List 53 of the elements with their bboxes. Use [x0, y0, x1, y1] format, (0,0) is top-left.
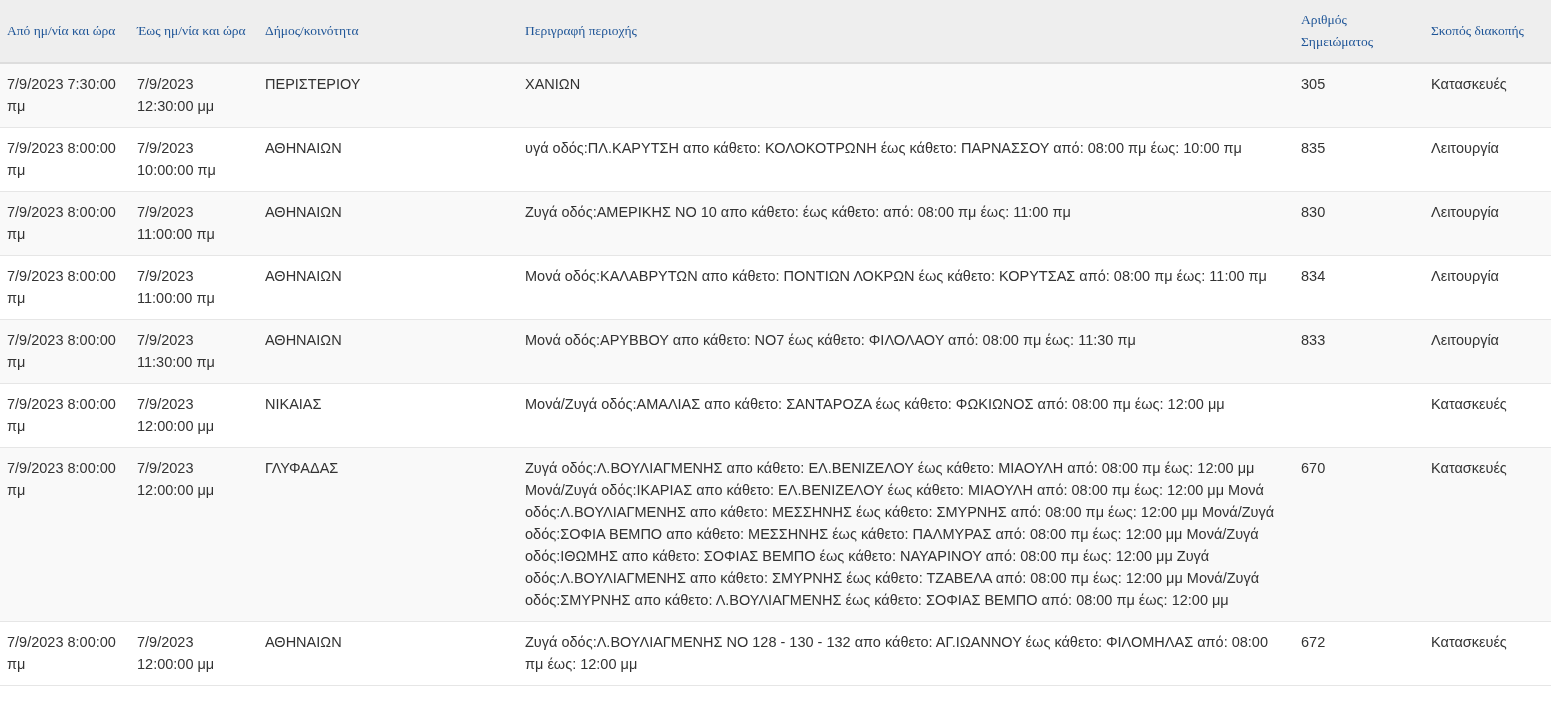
table-cell: Ζυγά οδός:Λ.ΒΟΥΛΙΑΓΜΕΝΗΣ απο κάθετο: ΕΛ.ΒΕΝΙΖΕΛΟΥ έως κάθετο: ΜΙΑΟΥΛΗ από: 08:00 πμ έως: 12:00 μμ Μονά/Ζυγά οδός:ΙΚΑΡΙΑΣ απο κάθετο: ΕΛ.ΒΕΝΙΖΕΛΟΥ έως κάθετο: ΜΙΑΟΥΛΗ από: 08:00 πμ έως: 12:00 μμ Μονά οδός:Λ.ΒΟΥΛΙΑΓΜΕΝΗΣ απο κάθετο: ΜΕΣΣΗΝΗΣ έως κάθετο: ΣΜΥΡΝΗΣ από: 08:00 πμ έως: 12:00 μμ Μονά/Ζυγά οδός:ΣΟΦΙΑ ΒΕΜΠΟ απο κάθετο: ΜΕΣΣΗΝΗΣ έως κάθετο: ΠΑΛΜΥΡΑΣ από: 08:00 πμ έως: 12:00 μμ Μονά/Ζυγά οδός:ΙΘΩΜΗΣ απο κάθετο: ΣΟΦΙΑΣ ΒΕΜΠΟ έως κάθετο: ΝΑΥΑΡΙΝΟΥ από: 08:00 πμ έως: 12:00 μμ Ζυγά οδός:Λ.ΒΟΥΛΙΑΓΜΕΝΗΣ απο κάθετο: ΣΜΥΡΝΗΣ έως κάθετο: ΤΖΑΒΕΛΑ από: 08:00 πμ έως: 12:00 μμ Μονά/Ζυγά οδός:ΣΜΥΡΝΗΣ απο κάθετο: Λ.ΒΟΥΛΙΑΓΜΕΝΗΣ έως κάθετο: ΣΟΦΙΑΣ ΒΕΜΠΟ από: 08:00 πμ έως: 12:00 μμ — [518, 447, 1294, 622]
table-cell: 7/9/2023 11:00:00 πμ — [130, 191, 258, 256]
table-cell: 7/9/2023 8:00:00 πμ — [0, 127, 130, 192]
table-cell: 305 — [1294, 63, 1424, 128]
table-cell: ΑΘΗΝΑΙΩΝ — [258, 191, 518, 256]
column-header: Αριθμός Σημειώματος — [1294, 0, 1424, 63]
table-cell: Ζυγά οδός:ΑΜΕΡΙΚΗΣ ΝΟ 10 απο κάθετο: έως κάθετο: από: 08:00 πμ έως: 11:00 πμ — [518, 191, 1294, 256]
column-header: Περιγραφή περιοχής — [518, 0, 1294, 63]
table-cell: Λειτουργία — [1424, 191, 1551, 256]
table-cell: 7/9/2023 12:30:00 μμ — [130, 63, 258, 128]
table-cell: 7/9/2023 8:00:00 πμ — [0, 383, 130, 448]
table-cell: 834 — [1294, 255, 1424, 320]
column-header: Δήμος/κοινότητα — [258, 0, 518, 63]
table-cell: 7/9/2023 8:00:00 πμ — [0, 255, 130, 320]
table-cell: ΓΛΥΦΑΔΑΣ — [258, 447, 518, 622]
table-cell: 7/9/2023 11:30:00 πμ — [130, 319, 258, 384]
table-cell: Μονά/Ζυγά οδός:ΑΜΑΛΙΑΣ απο κάθετο: ΣΑΝΤΑΡΟΖΑ έως κάθετο: ΦΩΚΙΩΝΟΣ από: 08:00 πμ έως: 12:00 μμ — [518, 383, 1294, 448]
table-cell: 830 — [1294, 191, 1424, 256]
table-cell: 7/9/2023 8:00:00 πμ — [0, 447, 130, 622]
table-cell: Ζυγά οδός:Λ.ΒΟΥΛΙΑΓΜΕΝΗΣ ΝΟ 128 - 130 - 132 απο κάθετο: ΑΓ.ΙΩΑΝΝΟΥ έως κάθετο: ΦΙΛΟΜΗΛΑΣ από: 08:00 πμ έως: 12:00 μμ — [518, 621, 1294, 686]
table-cell: Λειτουργία — [1424, 255, 1551, 320]
table-cell: 7/9/2023 12:00:00 μμ — [130, 621, 258, 686]
table-cell: ΑΘΗΝΑΙΩΝ — [258, 127, 518, 192]
table-cell: 7/9/2023 10:00:00 πμ — [130, 127, 258, 192]
table-cell: Κατασκευές — [1424, 383, 1551, 448]
column-header: Από ημ/νία και ώρα — [0, 0, 130, 63]
table-cell: 835 — [1294, 127, 1424, 192]
table-cell: ΑΘΗΝΑΙΩΝ — [258, 621, 518, 686]
table-cell: Κατασκευές — [1424, 621, 1551, 686]
table-cell: Μονά οδός:ΑΡΥΒΒΟΥ απο κάθετο: ΝΟ7 έως κάθετο: ΦΙΛΟΛΑΟΥ από: 08:00 πμ έως: 11:30 πμ — [518, 319, 1294, 384]
table-cell: 7/9/2023 8:00:00 πμ — [0, 319, 130, 384]
table-cell: ΑΘΗΝΑΙΩΝ — [258, 319, 518, 384]
table-cell: Λειτουργία — [1424, 127, 1551, 192]
table-cell: 7/9/2023 7:30:00 πμ — [0, 63, 130, 128]
table-cell: 7/9/2023 11:00:00 πμ — [130, 255, 258, 320]
table-cell: 7/9/2023 12:00:00 μμ — [130, 447, 258, 622]
table-cell: ΑΘΗΝΑΙΩΝ — [258, 255, 518, 320]
table-cell: ΠΕΡΙΣΤΕΡΙΟΥ — [258, 63, 518, 128]
table-cell: υγά οδός:ΠΛ.ΚΑΡΥΤΣΗ απο κάθετο: ΚΟΛΟΚΟΤΡΩΝΗ έως κάθετο: ΠΑΡΝΑΣΣΟΥ από: 08:00 πμ έως: 10:00 πμ — [518, 127, 1294, 192]
column-header: Έως ημ/νία και ώρα — [130, 0, 258, 63]
table-cell: Λειτουργία — [1424, 319, 1551, 384]
table-cell: 7/9/2023 12:00:00 μμ — [130, 383, 258, 448]
table-cell: Κατασκευές — [1424, 447, 1551, 622]
table-cell: 670 — [1294, 447, 1424, 622]
table-cell: 833 — [1294, 319, 1424, 384]
table-cell: 672 — [1294, 621, 1424, 686]
column-header: Σκοπός διακοπής — [1424, 0, 1551, 63]
table-cell: Μονά οδός:ΚΑΛΑΒΡΥΤΩΝ απο κάθετο: ΠΟΝΤΙΩΝ ΛΟΚΡΩΝ έως κάθετο: ΚΟΡΥΤΣΑΣ από: 08:00 πμ έως: 11:00 πμ — [518, 255, 1294, 320]
table-cell: 7/9/2023 8:00:00 πμ — [0, 191, 130, 256]
table-cell: 7/9/2023 8:00:00 πμ — [0, 621, 130, 686]
table-cell: ΝΙΚΑΙΑΣ — [258, 383, 518, 448]
table-cell: ΧΑΝΙΩΝ — [518, 63, 1294, 128]
table-cell: Κατασκευές — [1424, 63, 1551, 128]
